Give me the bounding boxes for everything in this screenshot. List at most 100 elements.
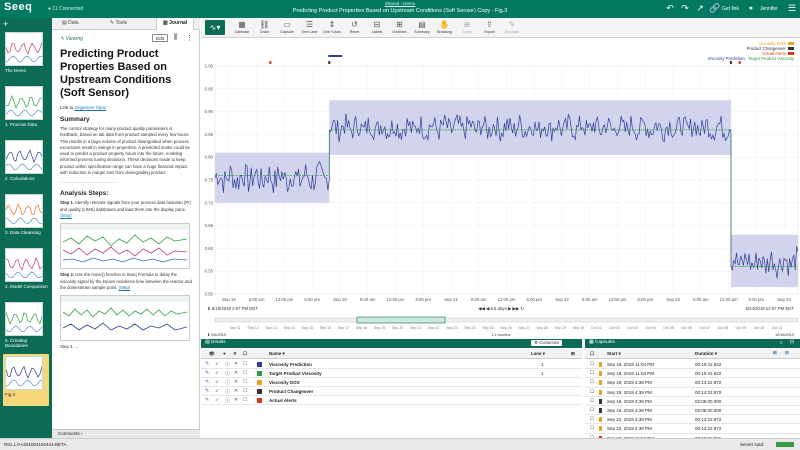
remove-icon[interactable]: ✕ (234, 397, 238, 403)
worksheet-item[interactable]: 2. Calculations (3, 138, 49, 190)
select-checkbox[interactable]: ☐ (243, 379, 247, 385)
get-link-button[interactable]: Get link (722, 6, 739, 12)
capsule-checkbox[interactable]: ☐ (590, 416, 594, 422)
name-column-header[interactable]: Name ▾ (269, 351, 285, 357)
details-row[interactable]: ✎ ➶ ⓘ ✕ ☐ Viscosity DOS (201, 378, 582, 387)
visibility-icon[interactable]: 👁 (209, 351, 215, 357)
capsule-row[interactable]: ☐ Sep 19, 2019 11:04 PM 00:10:41.622 (585, 369, 800, 379)
capsule-marker[interactable] (328, 61, 331, 64)
table-settings-icon[interactable]: ⊞ (773, 350, 777, 356)
worksheet-item[interactable]: 3. Data Cleansing (3, 192, 49, 244)
navigator-duration[interactable]: 1.1 months (492, 333, 511, 337)
start-column-header[interactable]: Start ▾ (607, 351, 621, 357)
tool-chain[interactable]: ⛓ Chain (254, 20, 276, 34)
worksheet-item[interactable]: The Demo (3, 30, 49, 82)
comments-bar[interactable]: Comments › (52, 429, 200, 438)
select-all-checkbox[interactable]: ☐ (243, 351, 247, 357)
tool-reset[interactable]: ↺ Reset (344, 20, 366, 34)
tool-annotate[interactable]: ✎ Annotate (501, 20, 523, 34)
capsule-checkbox[interactable]: ☐ (590, 389, 594, 395)
pin-icon[interactable]: ➶ (215, 370, 219, 376)
tool-summary[interactable]: ▤ Summary (411, 20, 433, 34)
pin-icon[interactable]: ➶ (215, 361, 219, 367)
details-row[interactable]: ✎ ➶ ⓘ ✕ ☐ Viscosity Prediction 1 (201, 360, 582, 369)
edit-icon[interactable]: ✎ (205, 379, 209, 385)
tool-one-lane[interactable]: ☰ One Lane (299, 20, 321, 34)
search-icon[interactable]: ⌕ (780, 340, 783, 346)
capsule-row[interactable]: ☐ Sep 22, 2019 4:39 PM 00:14:22.872 (585, 424, 800, 434)
tool-gridlines[interactable]: ⊞ Gridlines (389, 20, 411, 34)
select-checkbox[interactable]: ☐ (243, 397, 247, 403)
capsule-checkbox[interactable]: ☐ (590, 398, 594, 404)
range-end-label[interactable]: 9/24/2019 12:57 PM EDT (746, 306, 795, 311)
tab-tools[interactable]: ✎ Tools (110, 20, 127, 26)
capsule-checkbox[interactable]: ☐ (590, 379, 594, 385)
more-icon[interactable]: ⋮ (186, 34, 193, 42)
tool-export[interactable]: ⇪ Export (479, 20, 501, 34)
edit-icon[interactable]: ✎ (205, 370, 209, 376)
duration-control[interactable]: ◀◀ ◀ 5.5 days ▶ ▶▶ ↻ (478, 306, 524, 311)
remove-icon[interactable]: ✕ (234, 361, 238, 367)
pin-icon[interactable]: ➶ (215, 388, 219, 394)
navigator-window[interactable] (356, 316, 446, 324)
trend-chart[interactable]: 1.00 0.95 0.90 0.85 0.80 0.75 0.70 0.65 0.60 0.55… (201, 38, 800, 338)
capsule-row[interactable]: ☐ Sep 19, 2019 4:39 PM 00:14:22.872 (585, 388, 800, 397)
link-icon[interactable]: 🔗 (709, 3, 721, 14)
customize-button[interactable]: ⚙ Customize (531, 340, 563, 346)
tool-capsule[interactable]: ▭ Capsule (276, 20, 298, 34)
remove-icon[interactable]: ✕ (234, 379, 238, 385)
worksheet-item[interactable]: 1. Process Data (3, 84, 49, 136)
trend-view-button[interactable]: ∿▾ (205, 20, 225, 35)
tab-journal[interactable]: ▥ Journal (156, 18, 195, 30)
capsule-checkbox[interactable]: ☐ (590, 370, 594, 376)
trend-area[interactable]: 1.00 0.95 0.90 0.85 0.80 0.75 0.70 0.65 0.60 0.55… (201, 38, 800, 338)
step2-screenshot[interactable] (60, 295, 190, 342)
worksheet-item[interactable]: 4. Model Comparison (3, 246, 49, 298)
step1-link[interactable]: (Step) (60, 213, 72, 218)
details-row[interactable]: ✎ ➶ ⓘ ✕ ☐ Actual Alerts (201, 396, 582, 405)
tool-one-y-axis[interactable]: ⇕ One Y-Axis (321, 20, 343, 34)
edit-icon[interactable]: ✎ (205, 388, 209, 394)
expand-icon[interactable]: ⊡ (790, 340, 794, 345)
tool-labels[interactable]: ⊟ Labels (366, 20, 388, 34)
worksheet-item[interactable]: 5. Creating Boundaries (3, 300, 49, 352)
series-color-swatch[interactable] (257, 362, 262, 367)
info-icon[interactable]: ⓘ (225, 370, 230, 377)
tool-calendar[interactable]: ▦ Calendar (231, 20, 253, 34)
capsule-options-icon[interactable]: ⊟ (785, 350, 789, 356)
capsule-row[interactable]: ☐ Sep 19, 2019 4:39 PM 02:06:00.000 (585, 397, 800, 406)
show-all-icon[interactable]: ● (223, 351, 226, 356)
details-row[interactable]: ✎ ➶ ⓘ ✕ ☐ Target Product Viscosity 1 (201, 369, 582, 378)
remove-all-icon[interactable]: ✕ (233, 351, 237, 357)
capsule-marker[interactable] (738, 61, 741, 64)
capsule-row[interactable]: ☐ Sep 19, 2019 4:39 PM 02:06:00.000 (585, 406, 800, 416)
tool-browsing[interactable]: ✋ Browsing (434, 20, 456, 34)
organizer-topic-link[interactable]: Organizer Topic (75, 105, 106, 110)
series-color-swatch[interactable] (257, 380, 262, 385)
pin-icon[interactable]: ➶ (215, 379, 219, 385)
tab-data[interactable]: ▤ Data (62, 20, 79, 26)
edit-icon[interactable]: ✎ (205, 397, 209, 403)
series-color-swatch[interactable] (257, 371, 262, 376)
range-start-label[interactable]: ⬇ 9/18/2019 2:57 PM EDT (207, 306, 258, 311)
navigator-start-label[interactable]: ⬇ 9/6/2019 (207, 333, 226, 337)
capsule-checkbox[interactable]: ☐ (590, 425, 594, 431)
select-checkbox[interactable]: ☐ (243, 388, 247, 394)
info-icon[interactable]: ⓘ (225, 397, 230, 404)
capsule-marker[interactable] (328, 55, 343, 57)
capsule-row[interactable]: ☐ Sep 19, 2019 4:39 PM 00:14:22.872 (585, 378, 800, 388)
navigator-end-label[interactable]: 10/16/2019 (775, 333, 794, 337)
journal-overview-icon[interactable]: ⫼ (174, 34, 177, 42)
capsule-row[interactable]: ☐ Sep 22, 2019 4:39 PM 00:14:22.872 (585, 415, 800, 425)
info-icon[interactable]: ⓘ (225, 379, 230, 386)
worksheet-item[interactable]: Fig.3 (3, 354, 49, 406)
duration-column-header[interactable]: Duration ▾ (695, 351, 717, 357)
capsule-row[interactable]: ☐ Sep 18, 2019 11:04 PM 00:10:41.622 (585, 360, 800, 370)
select-checkbox[interactable]: ☐ (243, 361, 247, 367)
capsule-marker[interactable] (729, 61, 732, 64)
undo-icon[interactable]: ↶ (664, 3, 676, 14)
info-icon[interactable]: ⓘ (225, 361, 230, 368)
capsule-checkbox[interactable]: ☐ (590, 361, 594, 367)
column-options-icon[interactable]: ⊞ (571, 351, 575, 357)
menu-icon[interactable]: ☰ (786, 3, 798, 14)
